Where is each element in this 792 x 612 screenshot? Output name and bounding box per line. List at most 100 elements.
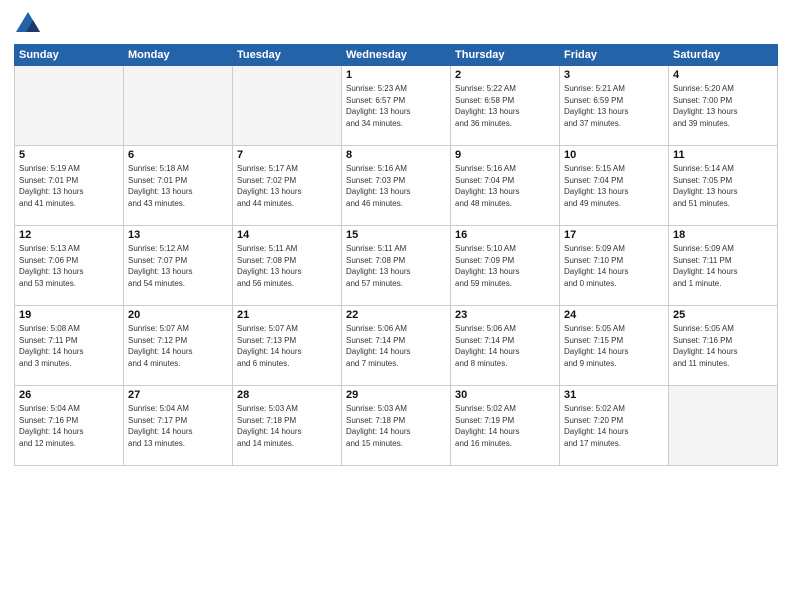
day-number: 24 [564, 309, 664, 321]
calendar-cell: 27 Sunrise: 5:04 AM Sunset: 7:17 PM Dayli… [124, 386, 233, 466]
calendar-cell: 9Sunrise: 5:16 AM Sunset: 7:04 PM Daylig… [451, 146, 560, 226]
calendar-cell: 26 Sunrise: 5:04 AM Sunset: 7:16 PM Dayli… [15, 386, 124, 466]
day-number: 30 [455, 389, 555, 401]
weekday-header-wednesday: Wednesday [342, 45, 451, 66]
calendar-cell: 4 Sunrise: 5:20 AM Sunset: 7:00 PM Daylig… [669, 66, 778, 146]
calendar-cell [15, 66, 124, 146]
weekday-header-friday: Friday [560, 45, 669, 66]
calendar-cell: 5 Sunrise: 5:19 AM Sunset: 7:01 PM Daylig… [15, 146, 124, 226]
calendar-cell: 3 Sunrise: 5:21 AM Sunset: 6:59 PM Daylig… [560, 66, 669, 146]
day-detail: Sunrise: 5:07 AM Sunset: 7:12 PM Dayligh… [128, 323, 228, 369]
day-number: 20 [128, 309, 228, 321]
calendar-cell: 24 Sunrise: 5:05 AM Sunset: 7:15 PM Dayli… [560, 306, 669, 386]
day-detail: Sunrise: 5:11 AM Sunset: 7:08 PM Dayligh… [346, 243, 446, 289]
weekday-header-saturday: Saturday [669, 45, 778, 66]
day-detail: Sunrise: 5:22 AM Sunset: 6:58 PM Dayligh… [455, 83, 555, 129]
calendar-cell: 11Sunrise: 5:14 AM Sunset: 7:05 PM Dayli… [669, 146, 778, 226]
day-number: 21 [237, 309, 337, 321]
calendar-cell: 14 Sunrise: 5:11 AM Sunset: 7:08 PM Dayli… [233, 226, 342, 306]
day-number: 9 [455, 149, 555, 161]
day-number: 6 [128, 149, 228, 161]
day-number: 25 [673, 309, 773, 321]
calendar-cell: 16 Sunrise: 5:10 AM Sunset: 7:09 PM Dayli… [451, 226, 560, 306]
calendar-cell: 12Sunrise: 5:13 AM Sunset: 7:06 PM Dayli… [15, 226, 124, 306]
day-detail: Sunrise: 5:05 AM Sunset: 7:16 PM Dayligh… [673, 323, 773, 369]
calendar-cell: 30 Sunrise: 5:02 AM Sunset: 7:19 PM Dayli… [451, 386, 560, 466]
calendar-cell: 2Sunrise: 5:22 AM Sunset: 6:58 PM Daylig… [451, 66, 560, 146]
day-detail: Sunrise: 5:16 AM Sunset: 7:03 PM Dayligh… [346, 163, 446, 209]
day-number: 19 [19, 309, 119, 321]
day-detail: Sunrise: 5:15 AM Sunset: 7:04 PM Dayligh… [564, 163, 664, 209]
calendar-table: SundayMondayTuesdayWednesdayThursdayFrid… [14, 44, 778, 466]
page: SundayMondayTuesdayWednesdayThursdayFrid… [0, 0, 792, 612]
day-detail: Sunrise: 5:21 AM Sunset: 6:59 PM Dayligh… [564, 83, 664, 129]
day-detail: Sunrise: 5:07 AM Sunset: 7:13 PM Dayligh… [237, 323, 337, 369]
day-number: 13 [128, 229, 228, 241]
day-number: 16 [455, 229, 555, 241]
day-number: 22 [346, 309, 446, 321]
logo-icon [14, 10, 42, 38]
calendar-cell: 17Sunrise: 5:09 AM Sunset: 7:10 PM Dayli… [560, 226, 669, 306]
calendar-cell: 20 Sunrise: 5:07 AM Sunset: 7:12 PM Dayli… [124, 306, 233, 386]
day-detail: Sunrise: 5:03 AM Sunset: 7:18 PM Dayligh… [346, 403, 446, 449]
day-number: 31 [564, 389, 664, 401]
calendar-week-2: 5 Sunrise: 5:19 AM Sunset: 7:01 PM Daylig… [15, 146, 778, 226]
day-detail: Sunrise: 5:20 AM Sunset: 7:00 PM Dayligh… [673, 83, 773, 129]
day-number: 14 [237, 229, 337, 241]
day-number: 3 [564, 69, 664, 81]
day-detail: Sunrise: 5:02 AM Sunset: 7:19 PM Dayligh… [455, 403, 555, 449]
logo [14, 10, 46, 38]
day-number: 11 [673, 149, 773, 161]
calendar-week-3: 12Sunrise: 5:13 AM Sunset: 7:06 PM Dayli… [15, 226, 778, 306]
day-detail: Sunrise: 5:23 AM Sunset: 6:57 PM Dayligh… [346, 83, 446, 129]
calendar-cell: 28Sunrise: 5:03 AM Sunset: 7:18 PM Dayli… [233, 386, 342, 466]
header [14, 10, 778, 38]
day-detail: Sunrise: 5:06 AM Sunset: 7:14 PM Dayligh… [455, 323, 555, 369]
weekday-header-row: SundayMondayTuesdayWednesdayThursdayFrid… [15, 45, 778, 66]
calendar-cell: 10Sunrise: 5:15 AM Sunset: 7:04 PM Dayli… [560, 146, 669, 226]
day-number: 29 [346, 389, 446, 401]
day-number: 15 [346, 229, 446, 241]
day-number: 17 [564, 229, 664, 241]
calendar-cell: 6 Sunrise: 5:18 AM Sunset: 7:01 PM Daylig… [124, 146, 233, 226]
day-number: 8 [346, 149, 446, 161]
day-detail: Sunrise: 5:13 AM Sunset: 7:06 PM Dayligh… [19, 243, 119, 289]
day-detail: Sunrise: 5:08 AM Sunset: 7:11 PM Dayligh… [19, 323, 119, 369]
day-detail: Sunrise: 5:06 AM Sunset: 7:14 PM Dayligh… [346, 323, 446, 369]
day-detail: Sunrise: 5:10 AM Sunset: 7:09 PM Dayligh… [455, 243, 555, 289]
calendar-cell: 19 Sunrise: 5:08 AM Sunset: 7:11 PM Dayli… [15, 306, 124, 386]
calendar-week-5: 26 Sunrise: 5:04 AM Sunset: 7:16 PM Dayli… [15, 386, 778, 466]
day-detail: Sunrise: 5:12 AM Sunset: 7:07 PM Dayligh… [128, 243, 228, 289]
calendar-cell: 23Sunrise: 5:06 AM Sunset: 7:14 PM Dayli… [451, 306, 560, 386]
calendar-cell: 13 Sunrise: 5:12 AM Sunset: 7:07 PM Dayli… [124, 226, 233, 306]
weekday-header-tuesday: Tuesday [233, 45, 342, 66]
day-detail: Sunrise: 5:19 AM Sunset: 7:01 PM Dayligh… [19, 163, 119, 209]
calendar-cell [233, 66, 342, 146]
day-number: 27 [128, 389, 228, 401]
day-number: 26 [19, 389, 119, 401]
day-number: 1 [346, 69, 446, 81]
calendar-cell: 22 Sunrise: 5:06 AM Sunset: 7:14 PM Dayli… [342, 306, 451, 386]
calendar-cell [669, 386, 778, 466]
weekday-header-sunday: Sunday [15, 45, 124, 66]
day-detail: Sunrise: 5:18 AM Sunset: 7:01 PM Dayligh… [128, 163, 228, 209]
calendar-cell: 31 Sunrise: 5:02 AM Sunset: 7:20 PM Dayli… [560, 386, 669, 466]
day-detail: Sunrise: 5:17 AM Sunset: 7:02 PM Dayligh… [237, 163, 337, 209]
day-detail: Sunrise: 5:04 AM Sunset: 7:16 PM Dayligh… [19, 403, 119, 449]
calendar-cell: 15 Sunrise: 5:11 AM Sunset: 7:08 PM Dayli… [342, 226, 451, 306]
calendar-cell: 8 Sunrise: 5:16 AM Sunset: 7:03 PM Daylig… [342, 146, 451, 226]
day-number: 7 [237, 149, 337, 161]
weekday-header-monday: Monday [124, 45, 233, 66]
day-number: 18 [673, 229, 773, 241]
calendar-cell: 29 Sunrise: 5:03 AM Sunset: 7:18 PM Dayli… [342, 386, 451, 466]
day-number: 5 [19, 149, 119, 161]
day-detail: Sunrise: 5:11 AM Sunset: 7:08 PM Dayligh… [237, 243, 337, 289]
day-detail: Sunrise: 5:09 AM Sunset: 7:11 PM Dayligh… [673, 243, 773, 289]
day-number: 4 [673, 69, 773, 81]
calendar-cell: 7 Sunrise: 5:17 AM Sunset: 7:02 PM Daylig… [233, 146, 342, 226]
day-detail: Sunrise: 5:05 AM Sunset: 7:15 PM Dayligh… [564, 323, 664, 369]
calendar-cell: 21 Sunrise: 5:07 AM Sunset: 7:13 PM Dayli… [233, 306, 342, 386]
day-detail: Sunrise: 5:04 AM Sunset: 7:17 PM Dayligh… [128, 403, 228, 449]
weekday-header-thursday: Thursday [451, 45, 560, 66]
day-detail: Sunrise: 5:02 AM Sunset: 7:20 PM Dayligh… [564, 403, 664, 449]
